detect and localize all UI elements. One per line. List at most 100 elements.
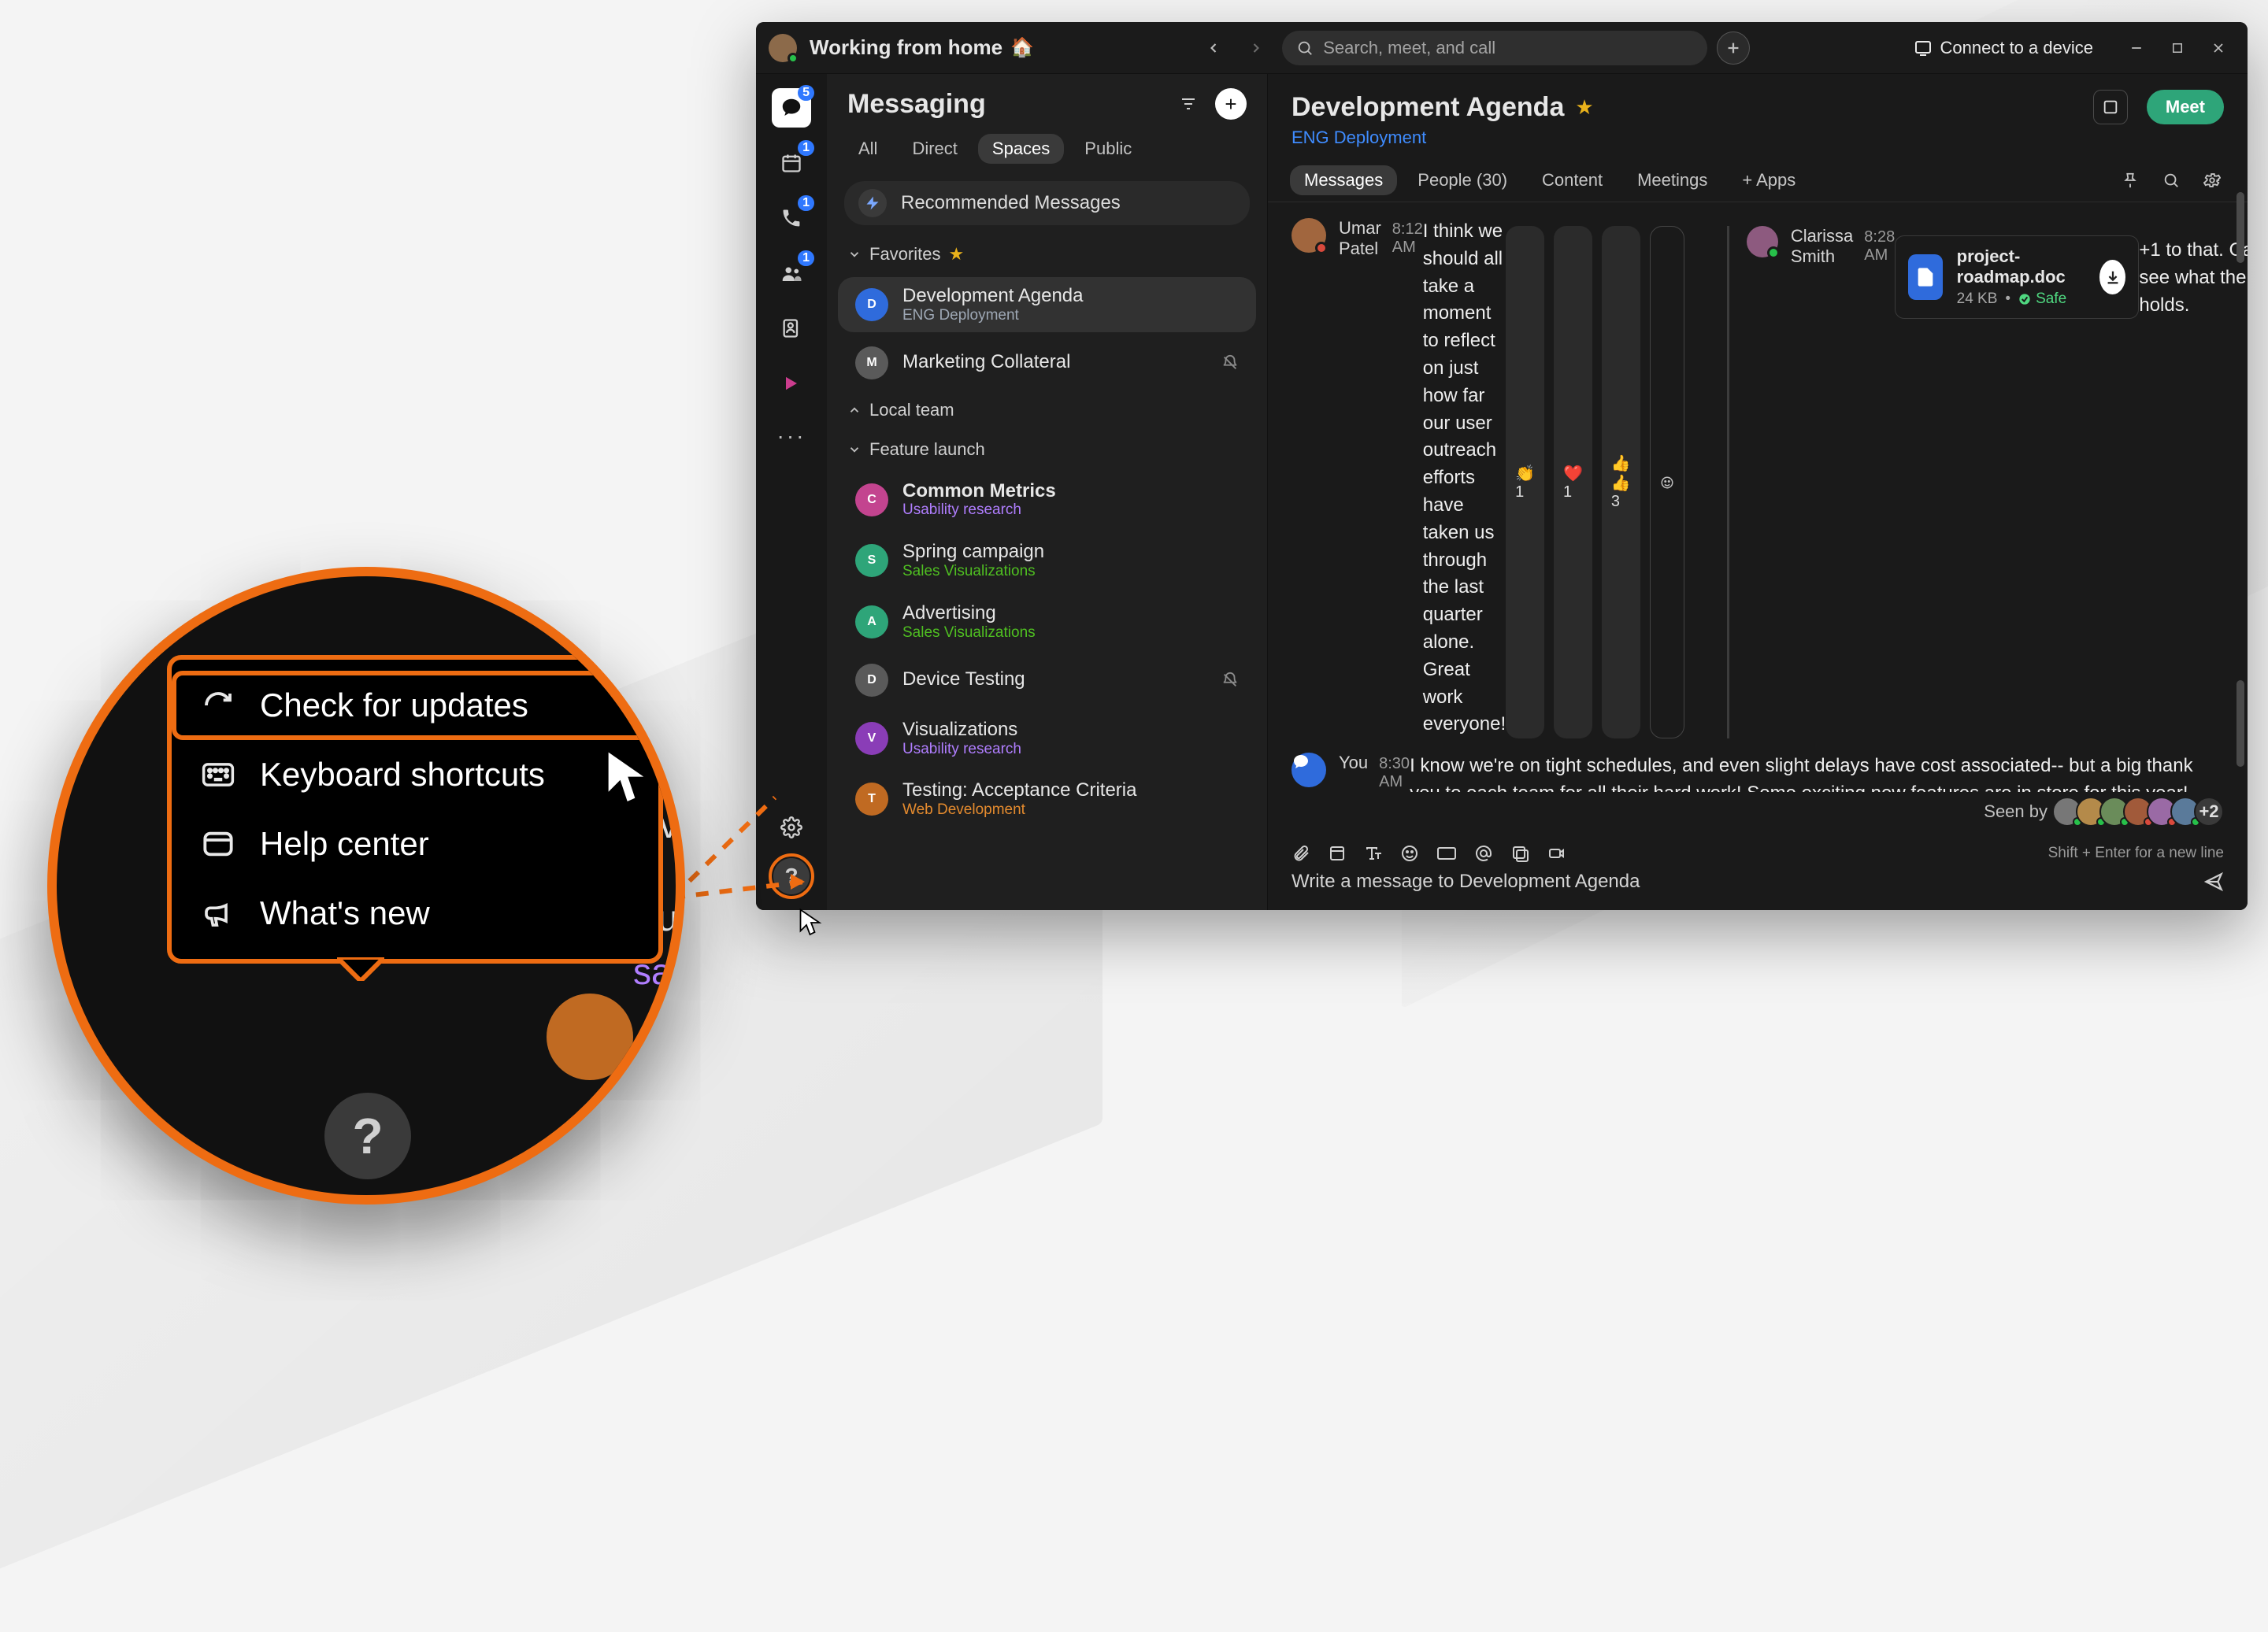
section-header[interactable]: Favorites★ [827,235,1267,274]
conversation-header: Development Agenda ★ Meet ENG Deployment [1268,74,2248,153]
reaction[interactable]: ❤️ 1 [1554,226,1592,738]
space-subtitle: Web Development [902,802,1136,819]
connect-device-label: Connect to a device [1940,38,2093,58]
help-menu-label: Keyboard shortcuts [260,756,545,794]
space-row[interactable]: A Advertising Sales Visualizations [838,594,1256,649]
space-row[interactable]: D Device Testing [838,656,1256,705]
section-header[interactable]: Local team [827,390,1267,430]
attach-icon[interactable] [1292,844,1310,863]
scrollbar-thumb[interactable] [2236,192,2244,263]
panel-tab-direct[interactable]: Direct [898,134,971,164]
space-row[interactable]: M Marketing Collateral [838,339,1256,387]
panel-tab-all[interactable]: All [844,134,891,164]
rail-media[interactable] [772,364,811,403]
screenshot-icon[interactable] [1328,844,1347,863]
panel-tabs: AllDirectSpacesPublic [827,126,1267,172]
reaction-add[interactable] [1650,226,1684,738]
space-row[interactable]: V Visualizations Usability research [838,711,1256,766]
message-author: You [1339,753,1368,773]
space-avatar: S [855,544,888,577]
video-icon[interactable] [1547,844,1567,863]
scrollbar-thumb[interactable] [2236,680,2244,767]
space-row[interactable]: S Spring campaign Sales Visualizations [838,533,1256,588]
space-row[interactable]: C Common Metrics Usability research [838,472,1256,527]
conv-tab[interactable]: Content [1528,165,1617,195]
seen-by: Seen by +2 [1268,792,2248,835]
file-attachment[interactable]: project-roadmap.doc 24 KB•Safe [1895,235,2139,319]
conversation-tools [2117,167,2225,194]
conv-tab[interactable]: Meetings [1623,165,1721,195]
conv-tab[interactable]: Messages [1290,165,1397,195]
emoji-icon[interactable] [1400,844,1419,863]
help-menu: Check for updates Keyboard shortcuts Help … [167,655,663,964]
user-avatar[interactable] [769,34,797,62]
new-space-button[interactable]: + [1215,88,1247,120]
rail-messaging[interactable]: 5 [772,88,811,128]
conversation-tabs: MessagesPeople (30)ContentMeetings+ Apps [1268,153,2248,202]
sections: Favorites★ D Development Agenda ENG Depl… [827,235,1267,910]
help-menu-item[interactable]: Check for updates [172,671,658,740]
help-menu-item[interactable]: Help center [172,809,658,879]
status-text[interactable]: Working from home 🏠 [810,35,1034,60]
space-link[interactable]: ENG Deployment [1292,128,2224,148]
link-icon[interactable] [1510,844,1529,863]
seen-avatars[interactable]: +2 [2059,797,2224,827]
star-icon[interactable]: ★ [1575,95,1593,120]
help-menu-label: Help center [260,825,429,863]
conv-tab-add-apps[interactable]: + Apps [1728,165,1810,195]
new-button[interactable] [1717,31,1750,65]
nav-forward[interactable] [1240,31,1273,65]
pin-icon[interactable] [2117,167,2144,194]
send-icon[interactable] [2203,872,2224,892]
help-menu-label: What's new [260,894,430,932]
user-avatar [1292,218,1326,253]
format-icon[interactable] [1364,844,1383,863]
rail-calendar[interactable]: 1 [772,143,811,183]
composer-hint: Shift + Enter for a new line [2048,845,2224,862]
message-text: I know we're on tight schedules, and eve… [1410,753,2224,792]
recommended-messages[interactable]: Recommended Messages [844,181,1250,225]
mention-icon[interactable] [1474,844,1493,863]
nav-back[interactable] [1197,31,1230,65]
cursor-icon [600,743,655,811]
tab-search-icon[interactable] [2158,167,2185,194]
connect-device[interactable]: Connect to a device [1914,38,2093,58]
titlebar-nav [1197,31,1750,65]
rail-team-badge: 1 [798,250,814,266]
search-input[interactable] [1282,31,1707,65]
meet-button[interactable]: Meet [2147,90,2224,124]
help-menu-item[interactable]: What's new [172,879,658,948]
space-name: Common Metrics [902,480,1056,503]
space-avatar: M [855,346,888,379]
space-row[interactable]: D Development Agenda ENG Deployment [838,277,1256,332]
space-row[interactable]: T Testing: Acceptance Criteria Web Devel… [838,772,1256,827]
help-menu-item[interactable]: Keyboard shortcuts [172,740,658,809]
rail-contacts[interactable] [772,309,811,348]
filter-icon[interactable] [1173,88,1204,120]
conv-tab[interactable]: People (30) [1403,165,1521,195]
panel-tab-public[interactable]: Public [1070,134,1146,164]
help-icon[interactable]: ? [324,1093,411,1179]
space-name: Visualizations [902,719,1021,742]
pop-out-button[interactable] [2093,90,2128,124]
composer-input[interactable]: Write a message to Development Agenda [1292,871,2203,893]
reply-text: +1 to that. Can't wait to see what the f… [2139,237,2248,319]
download-icon[interactable] [2099,260,2125,294]
section-header[interactable]: Feature launch [827,430,1267,469]
reaction[interactable]: 👍👍 3 [1602,226,1640,738]
window-minimize[interactable] [2120,31,2153,65]
panel-title: Messaging [847,89,986,120]
rail-team[interactable]: 1 [772,253,811,293]
message-author: Umar Patel [1339,218,1381,259]
rail-more[interactable]: ··· [777,424,806,449]
seen-more[interactable]: +2 [2194,797,2224,827]
window-controls [2120,31,2235,65]
window-close[interactable] [2202,31,2235,65]
tab-settings-icon[interactable] [2199,167,2225,194]
gif-icon[interactable] [1436,844,1457,863]
panel-tab-spaces[interactable]: Spaces [978,134,1064,164]
reaction[interactable]: 👏 1 [1506,226,1544,738]
space-name: Spring campaign [902,541,1044,564]
window-maximize[interactable] [2161,31,2194,65]
rail-calls[interactable]: 1 [772,198,811,238]
